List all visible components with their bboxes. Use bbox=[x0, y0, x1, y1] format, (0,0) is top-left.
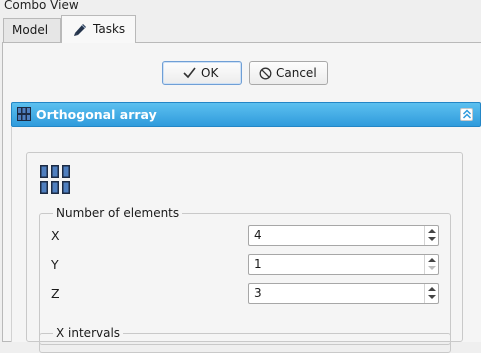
ok-button-label: OK bbox=[201, 66, 219, 80]
y-up-arrow-icon[interactable] bbox=[428, 258, 436, 262]
orthogonal-array-icon bbox=[17, 107, 31, 121]
z-up-arrow-icon[interactable] bbox=[428, 287, 436, 291]
tab-tasks-label: Tasks bbox=[93, 22, 126, 36]
z-down-arrow-icon[interactable] bbox=[428, 295, 436, 299]
x-up-arrow-icon[interactable] bbox=[428, 229, 436, 233]
x-down-arrow-icon[interactable] bbox=[428, 237, 436, 241]
y-stepper[interactable] bbox=[424, 255, 438, 274]
section-title: Orthogonal array bbox=[36, 107, 157, 122]
x-intervals-title: X intervals bbox=[53, 326, 124, 340]
pencil-icon bbox=[74, 24, 86, 36]
z-spinbox[interactable]: 3 bbox=[248, 283, 439, 304]
tab-model[interactable]: Model bbox=[3, 18, 61, 42]
tab-model-label: Model bbox=[12, 23, 49, 37]
cancel-button-label: Cancel bbox=[276, 66, 317, 80]
y-value: 1 bbox=[254, 257, 262, 271]
cancel-button[interactable]: Cancel bbox=[249, 61, 328, 85]
number-of-elements-title: Number of elements bbox=[53, 206, 183, 220]
collapse-button[interactable] bbox=[460, 108, 473, 121]
checkmark-icon bbox=[183, 67, 196, 79]
orthogonal-array-large-icon bbox=[40, 165, 70, 194]
double-chevron-up-icon bbox=[462, 109, 472, 119]
x-label: X bbox=[51, 228, 60, 243]
y-spinbox[interactable]: 1 bbox=[248, 254, 439, 275]
y-down-arrow-icon[interactable] bbox=[428, 266, 436, 270]
x-spinbox[interactable]: 4 bbox=[248, 225, 439, 246]
tab-tasks[interactable]: Tasks bbox=[61, 15, 136, 43]
x-value: 4 bbox=[254, 228, 262, 242]
cancel-icon bbox=[259, 67, 272, 80]
z-stepper[interactable] bbox=[424, 284, 438, 303]
y-label: Y bbox=[51, 257, 59, 272]
z-label: Z bbox=[51, 286, 60, 301]
section-header[interactable]: Orthogonal array bbox=[11, 102, 481, 127]
ok-button[interactable]: OK bbox=[162, 61, 242, 85]
z-value: 3 bbox=[254, 286, 262, 300]
x-stepper[interactable] bbox=[424, 226, 438, 245]
window-title: Combo View bbox=[4, 0, 79, 12]
